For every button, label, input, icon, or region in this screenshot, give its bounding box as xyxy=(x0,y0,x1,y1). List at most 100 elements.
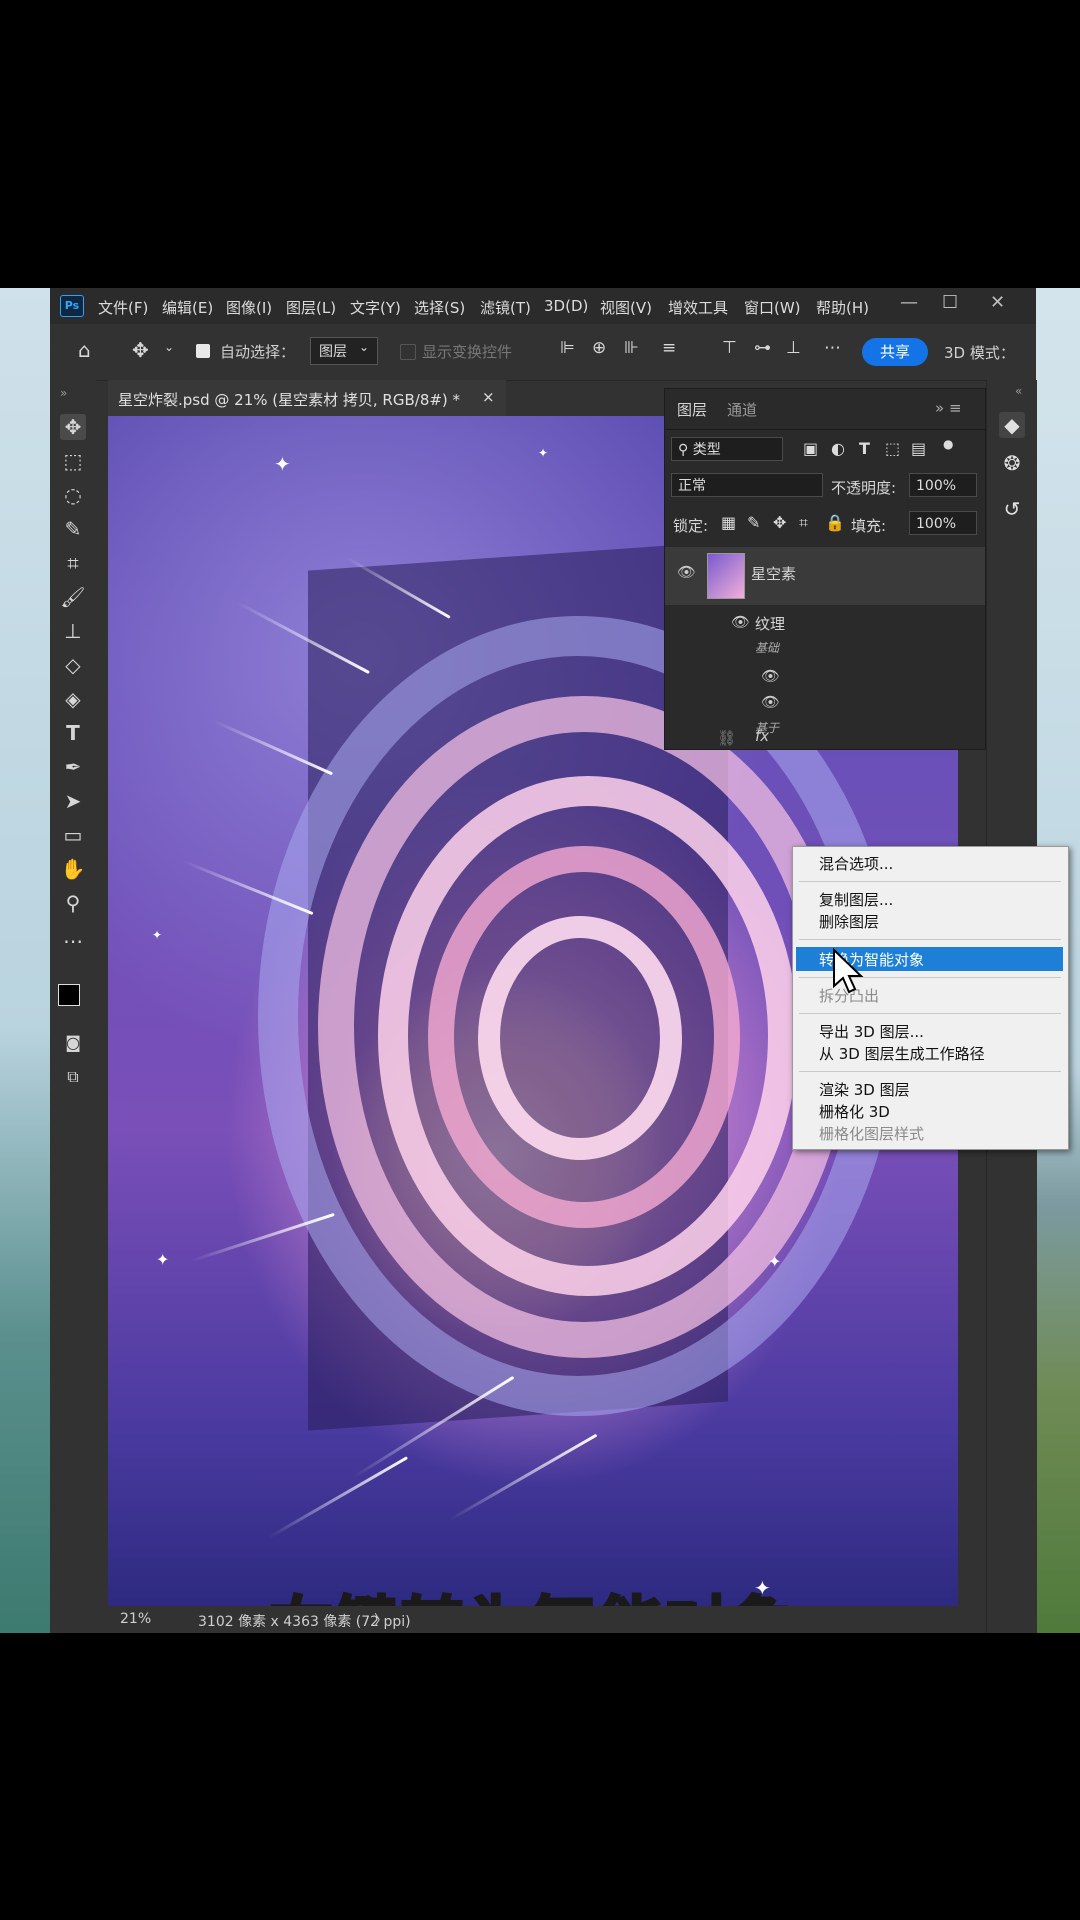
share-button[interactable]: 共享 xyxy=(862,338,928,366)
menu-view[interactable]: 视图(V) xyxy=(600,297,652,318)
opacity-field[interactable]: 100% xyxy=(909,473,977,497)
path-select-tool-icon[interactable]: ➤ xyxy=(60,788,86,814)
sublayer-name: 纹理 xyxy=(755,615,786,633)
lock-transparent-icon[interactable]: ▦ xyxy=(721,513,736,532)
zoom-tool-icon[interactable]: ⚲ xyxy=(60,890,86,916)
lock-position-icon[interactable]: ✥ xyxy=(773,513,786,532)
status-expand-icon[interactable]: 〉 xyxy=(374,1610,388,1630)
document-tab[interactable]: 星空炸裂.psd @ 21% (星空素材 拷贝, RGB/8#) * × xyxy=(108,380,506,416)
menu-item-rasterize-3d[interactable]: 栅格化 3D xyxy=(819,1101,890,1122)
menu-image[interactable]: 图像(I) xyxy=(226,297,272,318)
menu-item-export-3d-layer[interactable]: 导出 3D 图层... xyxy=(819,1021,924,1042)
menu-select[interactable]: 选择(S) xyxy=(414,297,465,318)
close-icon[interactable]: ✕ xyxy=(990,292,1005,313)
menu-item-blending-options[interactable]: 混合选项... xyxy=(819,853,893,874)
fill-field[interactable]: 100% xyxy=(909,511,977,535)
collapse-icon[interactable]: » xyxy=(60,386,67,400)
panel-menu-icon[interactable]: » ≡ xyxy=(935,399,962,417)
menu-window[interactable]: 窗口(W) xyxy=(744,297,801,318)
more-tools-icon[interactable]: ⋯ xyxy=(60,928,86,954)
layer-filter-dropdown[interactable]: ⚲ 类型 xyxy=(671,437,783,461)
collapse-icon[interactable]: « xyxy=(1015,384,1022,398)
type-tool-icon[interactable]: T xyxy=(60,720,86,746)
menu-help[interactable]: 帮助(H) xyxy=(816,297,869,318)
quick-mask-icon[interactable]: ◙ xyxy=(60,1030,86,1056)
menu-layer[interactable]: 图层(L) xyxy=(286,297,336,318)
type-filter-icon[interactable]: T xyxy=(859,439,870,458)
align-bottom-icon[interactable]: ⊥ xyxy=(786,338,801,358)
blend-mode-dropdown[interactable]: 正常 xyxy=(671,473,823,497)
hand-tool-icon[interactable]: ✋ xyxy=(60,856,86,882)
chevron-down-icon[interactable]: ⌄ xyxy=(164,340,174,354)
menu-separator xyxy=(799,939,1061,940)
visibility-eye-icon[interactable]: 👁 xyxy=(761,667,780,685)
align-left-icon[interactable]: ⊫ xyxy=(560,338,575,358)
channels-panel-icon[interactable]: ❂ xyxy=(999,450,1025,476)
filter-toggle-icon[interactable]: ● xyxy=(943,437,953,451)
screen-mode-icon[interactable]: ⧉ xyxy=(60,1064,86,1090)
lock-all-icon[interactable]: 🔒 xyxy=(825,513,845,532)
tools-panel: » ✥ ⬚ ◌ ✎ ⌗ 🖌 ⊥ ◇ ◈ T ✒ ➤ ▭ ✋ ⚲ ⋯ ◙ ⧉ xyxy=(50,380,96,1633)
menu-edit[interactable]: 编辑(E) xyxy=(162,297,213,318)
eraser-tool-icon[interactable]: ◇ xyxy=(60,652,86,678)
more-options-icon[interactable]: ⋯ xyxy=(824,338,841,358)
search-icon: ⚲ xyxy=(678,442,693,458)
visibility-eye-icon[interactable]: 👁 xyxy=(677,563,696,581)
auto-select-checkbox[interactable] xyxy=(196,344,210,358)
menu-filter[interactable]: 滤镜(T) xyxy=(480,297,531,318)
zoom-level[interactable]: 21% xyxy=(120,1611,151,1627)
menu-item-duplicate-layer[interactable]: 复制图层... xyxy=(819,889,893,910)
brush-tool-icon[interactable]: 🖌 xyxy=(60,584,86,610)
rectangle-tool-icon[interactable]: ▭ xyxy=(60,822,86,848)
menu-plugins[interactable]: 增效工具 xyxy=(668,297,728,318)
stamp-tool-icon[interactable]: ⊥ xyxy=(60,618,86,644)
visibility-eye-icon[interactable]: 👁 xyxy=(731,613,750,631)
align-center-icon[interactable]: ⊕ xyxy=(592,338,606,358)
menu-item-render-3d-layer[interactable]: 渲染 3D 图层 xyxy=(819,1079,910,1100)
swirl-ring xyxy=(478,916,682,1160)
show-transform-checkbox[interactable] xyxy=(400,344,416,360)
quick-select-tool-icon[interactable]: ✎ xyxy=(60,516,86,542)
link-icon[interactable]: ⛓ xyxy=(717,729,736,747)
history-panel-icon[interactable]: ↺ xyxy=(999,496,1025,522)
lock-pixels-icon[interactable]: ✎ xyxy=(747,513,760,532)
image-filter-icon[interactable]: ▣ xyxy=(803,439,818,458)
smart-object-filter-icon[interactable]: ▤ xyxy=(911,439,926,458)
home-icon[interactable]: ⌂ xyxy=(78,338,91,362)
auto-select-dropdown[interactable]: 图层 ⌄ xyxy=(310,337,378,365)
layers-panel-icon[interactable]: ◆ xyxy=(999,412,1025,438)
layer-row[interactable]: 👁 星空素 xyxy=(665,547,985,605)
foreground-color-swatch[interactable] xyxy=(58,984,80,1006)
move-tool-icon[interactable]: ✥ xyxy=(132,338,149,362)
menu-type[interactable]: 文字(Y) xyxy=(350,297,401,318)
lasso-tool-icon[interactable]: ◌ xyxy=(60,482,86,508)
menu-file[interactable]: 文件(F) xyxy=(98,297,148,318)
paint-bucket-tool-icon[interactable]: ◈ xyxy=(60,686,86,712)
menu-item-rasterize-layer-style[interactable]: 栅格化图层样式 xyxy=(819,1123,924,1144)
move-tool-icon[interactable]: ✥ xyxy=(60,414,86,440)
fx-icon[interactable]: fx xyxy=(755,727,769,745)
tab-channels[interactable]: 通道 xyxy=(727,399,757,420)
pen-tool-icon[interactable]: ✒ xyxy=(60,754,86,780)
crop-tool-icon[interactable]: ⌗ xyxy=(60,550,86,576)
fill-label: 填充: xyxy=(851,517,887,535)
align-middle-icon[interactable]: ⊶ xyxy=(754,338,771,358)
marquee-tool-icon[interactable]: ⬚ xyxy=(60,448,86,474)
lock-artboard-icon[interactable]: ⌗ xyxy=(799,513,808,533)
minimize-icon[interactable]: — xyxy=(900,292,918,313)
maximize-icon[interactable]: ☐ xyxy=(942,292,958,313)
star: ✦ xyxy=(538,446,549,460)
menu-item-delete-layer[interactable]: 删除图层 xyxy=(819,911,879,932)
star: ✦ xyxy=(768,1252,782,1271)
shape-filter-icon[interactable]: ⬚ xyxy=(885,439,900,458)
align-top-icon[interactable]: ⊤ xyxy=(722,338,737,358)
close-tab-icon[interactable]: × xyxy=(482,388,495,406)
tab-layers[interactable]: 图层 xyxy=(677,399,707,420)
visibility-eye-icon[interactable]: 👁 xyxy=(761,693,780,711)
menu-3d[interactable]: 3D(D) xyxy=(544,297,588,315)
distribute-icon[interactable]: ≡ xyxy=(662,338,676,358)
align-right-icon[interactable]: ⊪ xyxy=(624,338,639,358)
blend-mode-value: 正常 xyxy=(678,478,706,494)
menu-item-work-path-from-3d[interactable]: 从 3D 图层生成工作路径 xyxy=(819,1043,985,1064)
adjustment-filter-icon[interactable]: ◐ xyxy=(831,439,845,458)
